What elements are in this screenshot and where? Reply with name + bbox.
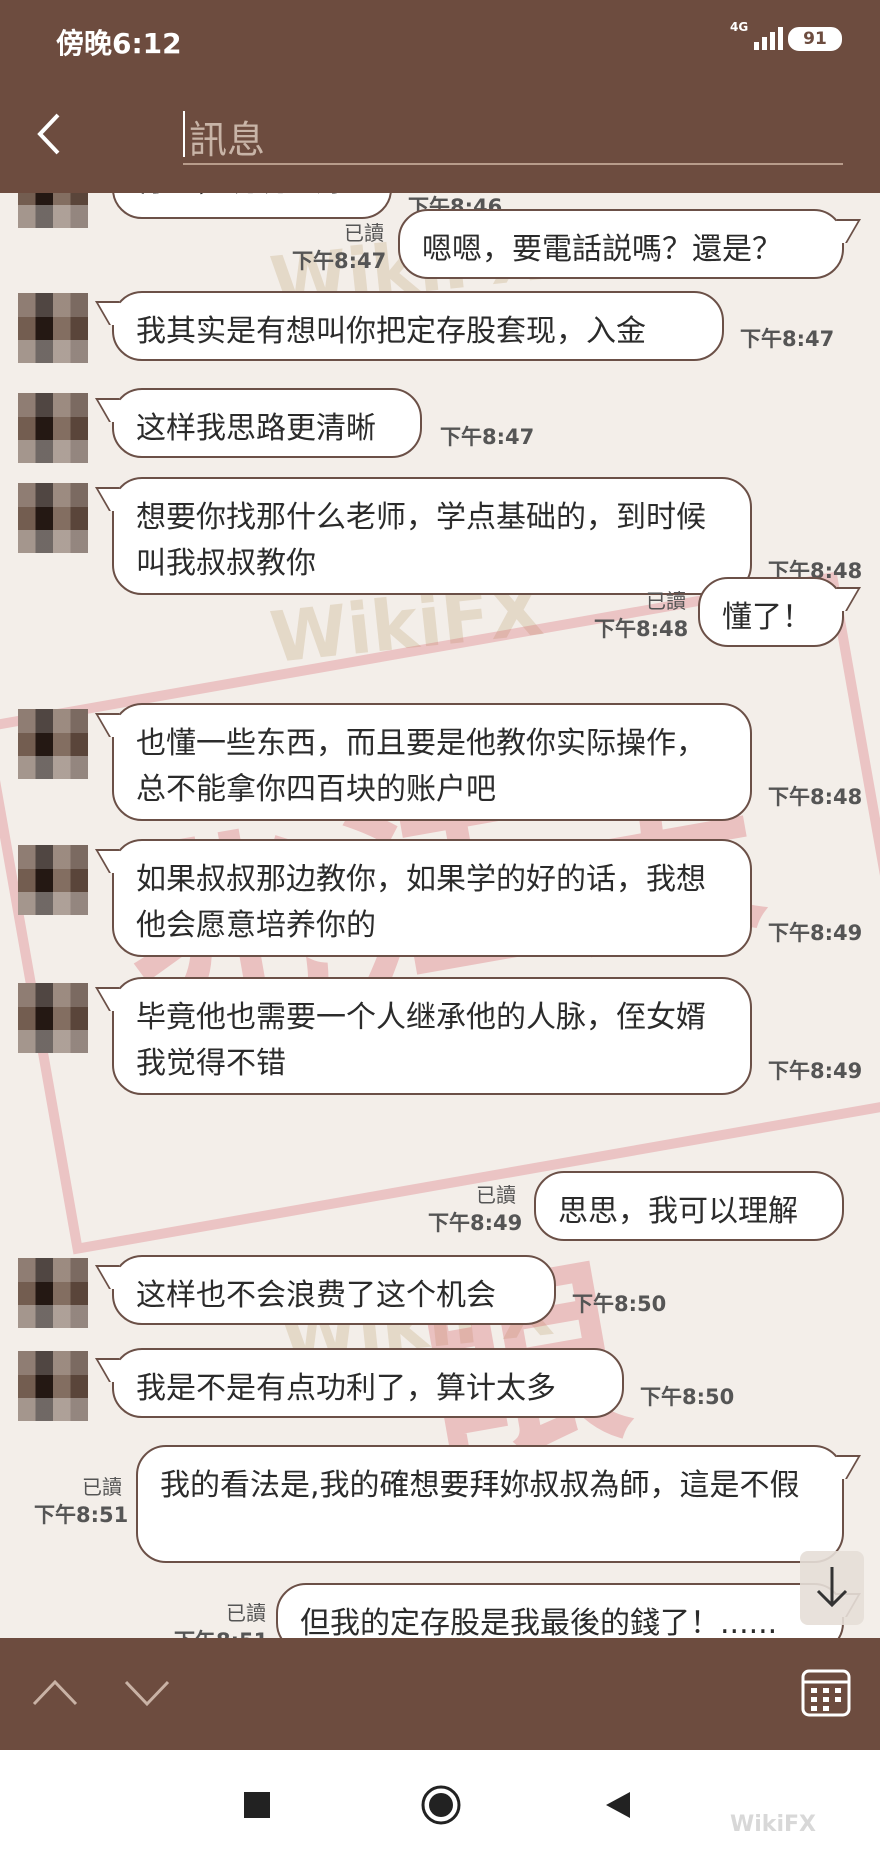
watermark: WikiFX [730,1812,816,1837]
message-time: 下午8:50 [572,1292,667,1316]
avatar[interactable] [18,293,88,363]
message-time: 下午8:47 [740,327,835,351]
calendar-icon[interactable] [800,1666,852,1718]
avatar[interactable] [18,1258,88,1328]
triangle-icon[interactable] [604,1790,632,1820]
bottom-toolbar [0,1638,880,1750]
avatar[interactable] [18,845,88,915]
avatar[interactable] [18,983,88,1053]
avatar[interactable] [18,1351,88,1421]
system-nav-bar: WikiFX [0,1750,880,1858]
circle-icon[interactable] [420,1784,462,1826]
message-bubble[interactable]: 行吧，说说也好 [112,193,392,219]
read-receipt: 已讀 [646,589,686,613]
chat-area[interactable]: WikiFX WikiFX WikiFX 兆江天眼 行吧，说说也好 下午8:46… [0,193,880,1638]
status-time: 傍晚6:12 [56,27,182,60]
message-bubble[interactable]: 如果叔叔那边教你，如果学的好的话，我想他会愿意培养你的 [112,839,752,957]
status-bar: 傍晚6:12 4G 91 [0,0,880,75]
avatar[interactable] [18,193,88,228]
page-title: 訊息 [189,118,266,162]
message-bubble[interactable]: 思思，我可以理解 [534,1171,844,1241]
arrow-down-icon [816,1567,848,1608]
message-time: 下午8:51 [174,1625,268,1638]
square-icon[interactable] [244,1792,270,1818]
app-header: 訊息 [0,75,880,193]
message-bubble[interactable]: 嗯嗯，要電話説嗎？還是？ [398,209,844,279]
read-receipt: 已讀 [476,1183,516,1207]
message-bubble[interactable]: 想要你找那什么老师，学点基础的，到时候叫我叔叔教你 [112,477,752,595]
message-time: 下午8:48 [768,785,863,809]
battery-indicator: 91 [788,27,842,51]
chevron-down-icon[interactable] [122,1668,172,1718]
message-time: 下午8:47 [440,425,535,449]
message-bubble[interactable]: 我其实是有想叫你把定存股套现，入金 [112,291,724,361]
avatar[interactable] [18,483,88,553]
message-time: 下午8:47 [292,249,387,273]
text-caret [183,111,185,157]
message-bubble[interactable]: 这样也不会浪费了这个机会 [112,1255,556,1325]
avatar[interactable] [18,709,88,779]
message-bubble[interactable]: 这样我思路更清晰 [112,388,422,458]
message-time: 下午8:48 [594,617,689,641]
message-time: 下午8:50 [640,1385,735,1409]
chevron-left-icon[interactable] [30,109,70,159]
message-bubble[interactable]: 但我的定存股是我最後的錢了！...... [276,1583,844,1638]
network-type: 4G [730,20,749,34]
chevron-up-icon[interactable] [30,1668,80,1718]
message-time: 下午8:49 [428,1211,523,1235]
scroll-down-button[interactable] [800,1551,864,1625]
title-field[interactable]: 訊息 [183,105,843,165]
message-time: 下午8:49 [768,1059,863,1083]
message-time: 下午8:51 [34,1503,129,1527]
avatar[interactable] [18,393,88,463]
read-receipt: 已讀 [226,1601,266,1625]
message-bubble[interactable]: 毕竟他也需要一个人继承他的人脉，侄女婿我觉得不错 [112,977,752,1095]
message-bubble[interactable]: 我是不是有点功利了，算计太多 [112,1348,624,1418]
read-receipt: 已讀 [344,221,384,245]
message-time: 下午8:49 [768,921,863,945]
message-bubble[interactable]: 也懂一些东西，而且要是他教你实际操作，总不能拿你四百块的账户吧 [112,703,752,821]
read-receipt: 已讀 [82,1475,122,1499]
message-bubble[interactable]: 懂了！ [698,577,844,647]
message-bubble[interactable]: 我的看法是,我的確想要拜妳叔叔為師，這是不假 [136,1445,844,1563]
